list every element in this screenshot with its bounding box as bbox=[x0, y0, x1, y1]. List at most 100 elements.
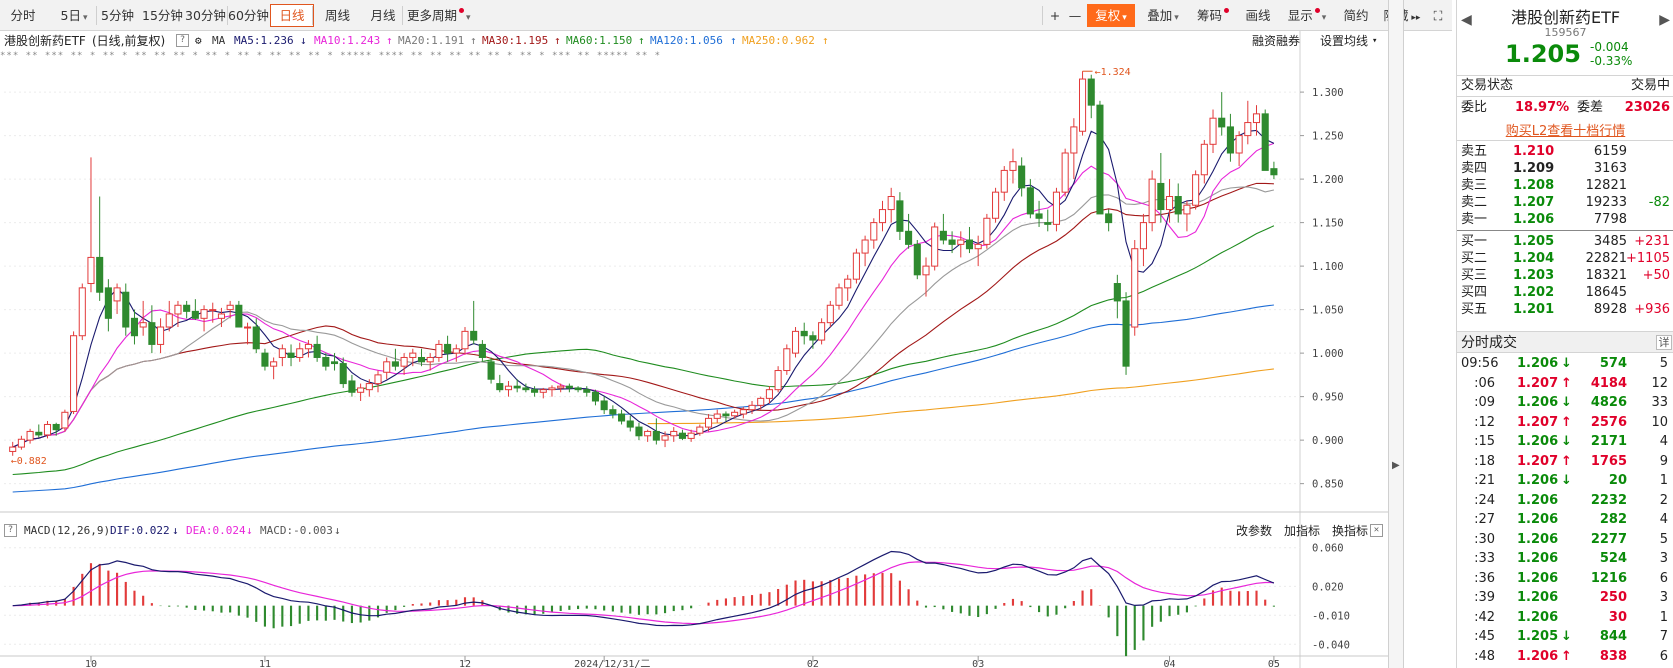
trade-time: :12 bbox=[1474, 414, 1495, 430]
order-price: 1.205 bbox=[1513, 234, 1555, 249]
bids-row[interactable]: 买三 1.203 18321 +50 bbox=[1457, 267, 1673, 285]
bids-row[interactable]: 买二 1.204 22821 +1105 bbox=[1457, 250, 1673, 268]
order-price: 1.202 bbox=[1513, 285, 1555, 300]
buy-l2-link[interactable]: 购买L2查看十档行情 bbox=[1457, 120, 1673, 139]
switch-indicator-button[interactable]: 换指标 bbox=[1332, 522, 1368, 540]
trade-price: 1.207 bbox=[1517, 453, 1559, 469]
asks-row[interactable]: 卖四 1.209 3163 bbox=[1457, 160, 1673, 178]
trades-detail-button[interactable]: 详 bbox=[1656, 335, 1672, 350]
trade-volume: 20 bbox=[1608, 473, 1627, 488]
y-tick-label: 1.250 bbox=[1312, 131, 1344, 143]
quote-panel: ◀ ▶ 港股创新药ETF 159567 1.205 -0.004 -0.33% … bbox=[1456, 0, 1673, 668]
x-tick-label: 02 bbox=[807, 659, 819, 668]
candle-body bbox=[444, 343, 452, 354]
candle-body bbox=[9, 446, 17, 452]
status-label: 交易状态 bbox=[1461, 78, 1514, 93]
candle-body bbox=[844, 278, 852, 289]
price-change: -0.004 -0.33% bbox=[1590, 40, 1632, 68]
trade-row[interactable]: :21 1.206 20 1 ↓ bbox=[1457, 471, 1673, 491]
candle-body bbox=[1165, 196, 1174, 211]
candle-body bbox=[35, 431, 43, 436]
trade-count: 2 bbox=[1659, 492, 1668, 508]
candle-body bbox=[905, 230, 913, 245]
candle-body bbox=[557, 385, 565, 389]
candle-body bbox=[1061, 152, 1069, 193]
candle-body bbox=[1244, 122, 1252, 137]
last-price: 1.205 bbox=[1505, 40, 1581, 68]
trade-row[interactable]: :30 1.206 2277 5 bbox=[1457, 530, 1673, 550]
trade-row[interactable]: :39 1.206 250 3 bbox=[1457, 588, 1673, 608]
candle-body bbox=[1157, 182, 1165, 211]
macd-tick-label: 0.060 bbox=[1312, 543, 1344, 555]
trade-row[interactable]: :15 1.206 2171 4 ↓ bbox=[1457, 432, 1673, 452]
candle-body bbox=[26, 430, 34, 441]
trade-row[interactable]: :33 1.206 524 3 bbox=[1457, 549, 1673, 569]
bids-row[interactable]: 买四 1.202 18645 bbox=[1457, 284, 1673, 302]
add-indicator-button[interactable]: 加指标 bbox=[1284, 522, 1320, 540]
trade-row[interactable]: :09 1.206 4826 33 ↓ bbox=[1457, 393, 1673, 413]
candle-body bbox=[1261, 113, 1269, 171]
trade-price: 1.206 bbox=[1517, 590, 1559, 605]
order-price: 1.206 bbox=[1513, 212, 1555, 227]
trade-row[interactable]: :45 1.205 844 7 ↓ bbox=[1457, 627, 1673, 647]
order-level: 买三 bbox=[1461, 268, 1488, 283]
panel-splitter[interactable]: ▶ bbox=[1388, 0, 1404, 668]
bids-row[interactable]: 买一 1.205 3485 +231 bbox=[1457, 233, 1673, 251]
order-level: 买一 bbox=[1461, 234, 1488, 249]
asks-row[interactable]: 卖五 1.210 6159 bbox=[1457, 143, 1673, 161]
trade-row[interactable]: 09:56 1.206 574 5 ↓ bbox=[1457, 354, 1673, 374]
collapse-arrow-icon[interactable]: ▶ bbox=[1392, 460, 1400, 471]
asks-row[interactable]: 卖三 1.208 12821 bbox=[1457, 177, 1673, 195]
trade-volume: 844 bbox=[1599, 629, 1627, 644]
close-icon[interactable]: ✕ bbox=[1370, 524, 1383, 537]
candle-body bbox=[548, 387, 556, 391]
trade-row[interactable]: :36 1.206 1216 6 bbox=[1457, 569, 1673, 589]
trade-row[interactable]: :12 1.207 2576 10 ↑ bbox=[1457, 413, 1673, 433]
candle-body bbox=[948, 239, 956, 245]
asks-row[interactable]: 卖一 1.206 7798 bbox=[1457, 211, 1673, 229]
candle-body bbox=[209, 309, 217, 312]
expand-icon[interactable]: ⛶ bbox=[1428, 4, 1448, 27]
trade-row[interactable]: :48 1.206 838 6 ↑ bbox=[1457, 647, 1673, 667]
candle-body bbox=[704, 417, 713, 428]
candle-body bbox=[600, 400, 608, 411]
trade-volume: 282 bbox=[1599, 512, 1627, 527]
up-arrow-icon: ↑ bbox=[1561, 414, 1572, 430]
order-change: +936 bbox=[1634, 302, 1670, 317]
y-tick-label: 1.300 bbox=[1312, 87, 1344, 99]
order-volume: 18321 bbox=[1585, 268, 1627, 283]
dea-value: DEA:0.024 bbox=[186, 524, 246, 537]
asks-row[interactable]: 卖二 1.207 19233 -82 bbox=[1457, 194, 1673, 212]
stock-code: 159567 bbox=[1544, 26, 1587, 39]
order-level: 卖三 bbox=[1461, 178, 1488, 193]
macd-help-icon[interactable]: ? bbox=[4, 524, 17, 537]
candle-body bbox=[330, 361, 339, 365]
candle-body bbox=[339, 363, 347, 385]
candle-body bbox=[52, 423, 60, 431]
change-params-button[interactable]: 改参数 bbox=[1236, 522, 1272, 540]
y-tick-label: 1.000 bbox=[1312, 348, 1344, 360]
order-volume: 22821 bbox=[1585, 251, 1627, 266]
order-change: +1105 bbox=[1626, 251, 1670, 266]
candle-body bbox=[626, 420, 634, 428]
order-level: 卖四 bbox=[1461, 161, 1488, 176]
candle-body bbox=[148, 322, 156, 345]
trade-row[interactable]: :42 1.206 30 1 bbox=[1457, 608, 1673, 628]
trade-row[interactable]: :18 1.207 1765 9 ↑ bbox=[1457, 452, 1673, 472]
candle-body bbox=[174, 304, 182, 315]
bids-row[interactable]: 买五 1.201 8928 +936 bbox=[1457, 301, 1673, 319]
candle-body bbox=[809, 335, 817, 341]
up-arrow-icon: ↑ bbox=[1561, 453, 1572, 469]
trade-row[interactable]: :27 1.206 282 4 bbox=[1457, 510, 1673, 530]
candle-body bbox=[365, 383, 373, 391]
ma5-line bbox=[12, 129, 1275, 448]
macd-down-arrow-icon: ↓ bbox=[334, 524, 341, 537]
trade-row[interactable]: :06 1.207 4184 12 ↑ bbox=[1457, 374, 1673, 394]
order-volume: 12821 bbox=[1585, 178, 1627, 193]
candle-body bbox=[757, 397, 765, 406]
kline-chart[interactable]: 1.300 1.250 1.200 1.150 1.100 1.050 1.000 0.950… bbox=[0, 0, 1388, 668]
candle-body bbox=[1113, 283, 1121, 302]
candle-body bbox=[183, 304, 191, 312]
order-volume: 3163 bbox=[1593, 161, 1627, 176]
trade-row[interactable]: :24 1.206 2232 2 bbox=[1457, 491, 1673, 511]
